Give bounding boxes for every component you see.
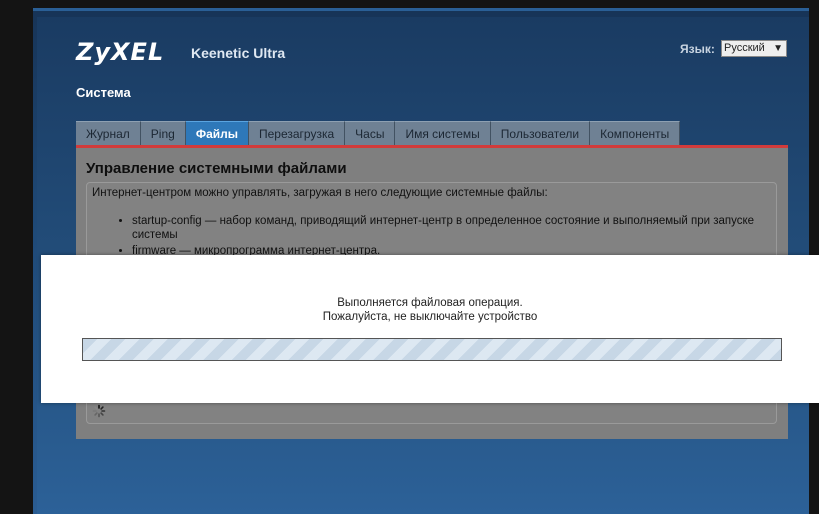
progress-bar-fill bbox=[83, 339, 781, 360]
left-dark-edge bbox=[0, 0, 33, 514]
top-dark-edge bbox=[33, 0, 819, 8]
progress-bar bbox=[82, 338, 782, 361]
language-label: Язык: bbox=[680, 42, 715, 56]
tab-users[interactable]: Пользователи bbox=[490, 121, 591, 145]
info-intro: Интернет-центром можно управлять, загруж… bbox=[92, 187, 548, 199]
tab-system-name[interactable]: Имя системы bbox=[395, 121, 491, 145]
modal-warning: Пожалуйста, не выключайте устройство bbox=[322, 311, 538, 323]
tab-components[interactable]: Компоненты bbox=[590, 121, 681, 145]
info-list: startup-config — набор команд, приводящи… bbox=[118, 214, 758, 260]
tab-reboot[interactable]: Перезагрузка bbox=[249, 121, 346, 145]
tab-files[interactable]: Файлы bbox=[185, 121, 249, 145]
tab-journal[interactable]: Журнал bbox=[76, 121, 141, 145]
language-select[interactable]: Русский ▼ bbox=[721, 40, 787, 57]
model-name: Keenetic Ultra bbox=[191, 45, 286, 61]
chevron-down-icon: ▼ bbox=[773, 43, 783, 54]
tab-clock[interactable]: Часы bbox=[345, 121, 396, 145]
panel-heading: Управление системными файлами bbox=[86, 160, 347, 177]
zyxel-logo: ZyXEL bbox=[76, 38, 165, 66]
section-title: Система bbox=[76, 85, 131, 100]
language-selected-value: Русский bbox=[724, 42, 765, 54]
tab-bar: Журнал Ping Файлы Перезагрузка Часы Имя … bbox=[76, 121, 681, 145]
loading-spinner-icon bbox=[92, 404, 106, 418]
modal-message: Выполняется файловая операция. bbox=[337, 297, 523, 309]
list-item: startup-config — набор команд, приводящи… bbox=[132, 214, 758, 242]
tab-ping[interactable]: Ping bbox=[140, 121, 186, 145]
file-operation-modal: Выполняется файловая операция. Пожалуйст… bbox=[41, 255, 819, 403]
